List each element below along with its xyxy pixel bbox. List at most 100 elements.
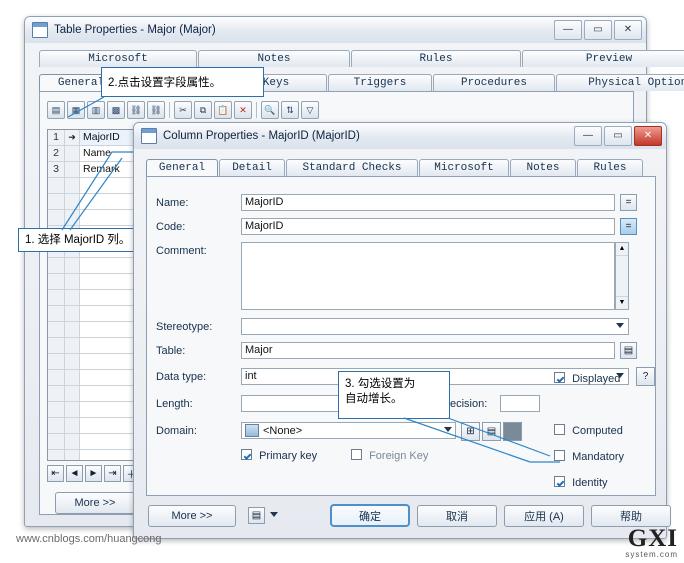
foreign-key-checkbox-box[interactable] bbox=[351, 449, 362, 460]
identity-checkbox[interactable]: Identity bbox=[554, 476, 608, 489]
code-field[interactable]: MajorID bbox=[241, 218, 615, 235]
cut-icon[interactable]: ✂ bbox=[174, 101, 192, 119]
row-number bbox=[48, 354, 65, 369]
ok-button[interactable]: 确定 bbox=[330, 504, 410, 527]
row-number bbox=[48, 370, 65, 385]
row-number bbox=[48, 402, 65, 417]
row-name bbox=[80, 274, 83, 289]
tab-general[interactable]: General bbox=[146, 159, 218, 176]
tab-procedures[interactable]: Procedures bbox=[433, 74, 555, 91]
comment-field[interactable] bbox=[241, 242, 615, 310]
tab-triggers[interactable]: Triggers bbox=[328, 74, 432, 91]
table-browse-button[interactable]: ▤ bbox=[620, 342, 637, 359]
tab-rules[interactable]: Rules bbox=[351, 50, 521, 67]
tab-physical-options[interactable]: Physical Options bbox=[556, 74, 684, 91]
mandatory-checkbox[interactable]: Mandatory bbox=[554, 450, 624, 463]
table-field[interactable]: Major bbox=[241, 342, 615, 359]
prev-icon[interactable]: ◄ bbox=[66, 465, 83, 482]
sort-icon[interactable]: ⇅ bbox=[281, 101, 299, 119]
column-window-body: General Detail Standard Checks Microsoft… bbox=[134, 149, 671, 538]
first-icon[interactable]: ⇤ bbox=[47, 465, 64, 482]
length-field[interactable] bbox=[241, 395, 351, 412]
column-properties-window[interactable]: Column Properties - MajorID (MajorID) — … bbox=[133, 122, 671, 539]
next-icon[interactable]: ► bbox=[85, 465, 102, 482]
row-number bbox=[48, 258, 65, 273]
scroll-down-icon[interactable]: ▼ bbox=[616, 296, 628, 309]
table-more-button[interactable]: More >> bbox=[55, 492, 135, 514]
comment-label: Comment: bbox=[156, 245, 207, 257]
scroll-up-icon[interactable]: ▲ bbox=[616, 243, 628, 256]
table-label: Table: bbox=[156, 345, 186, 357]
column-window-titlebar[interactable]: Column Properties - MajorID (MajorID) — … bbox=[134, 123, 666, 149]
row-marker bbox=[65, 370, 80, 385]
tab-preview[interactable]: Preview bbox=[522, 50, 684, 67]
mandatory-label: Mandatory bbox=[572, 451, 625, 463]
row-marker bbox=[65, 274, 80, 289]
row-number bbox=[48, 434, 65, 449]
datatype-help-button[interactable]: ? bbox=[636, 367, 655, 386]
filter-icon[interactable]: ▽ bbox=[301, 101, 319, 119]
minimize-button[interactable]: — bbox=[574, 126, 602, 146]
maximize-button[interactable]: ▭ bbox=[604, 126, 632, 146]
copy-icon[interactable]: ⧉ bbox=[194, 101, 212, 119]
stereotype-field[interactable] bbox=[241, 318, 629, 335]
callout-3: 3. 勾选设置为 自动增长。 bbox=[338, 371, 450, 419]
site-logo: GXI system.com bbox=[625, 526, 678, 559]
row-marker bbox=[65, 450, 80, 460]
close-button[interactable]: ✕ bbox=[634, 126, 662, 146]
row-marker bbox=[65, 306, 80, 321]
row-name bbox=[80, 258, 83, 273]
row-marker bbox=[65, 434, 80, 449]
tab-microsoft[interactable]: Microsoft bbox=[419, 159, 509, 176]
table-window-buttons: — ▭ ✕ bbox=[554, 20, 642, 40]
maximize-button[interactable]: ▭ bbox=[584, 20, 612, 40]
chain-icon[interactable]: ⛓ bbox=[147, 101, 165, 119]
precision-field[interactable] bbox=[500, 395, 540, 412]
row-marker bbox=[65, 258, 80, 273]
last-icon[interactable]: ⇥ bbox=[104, 465, 121, 482]
tab-rules[interactable]: Rules bbox=[577, 159, 643, 176]
name-equals-button[interactable]: = bbox=[620, 194, 637, 211]
computed-checkbox[interactable]: Computed bbox=[554, 424, 623, 437]
callout-2-leader bbox=[67, 96, 105, 118]
tab-microsoft[interactable]: Microsoft bbox=[39, 50, 197, 67]
callout-2-text: 2.点击设置字段属性。 bbox=[108, 77, 222, 89]
identity-checkbox-box[interactable] bbox=[554, 476, 565, 487]
name-field[interactable]: MajorID bbox=[241, 194, 615, 211]
apply-button[interactable]: 应用 (A) bbox=[504, 505, 584, 527]
row-name bbox=[80, 402, 83, 417]
row-marker bbox=[65, 338, 80, 353]
callout-2: 2.点击设置字段属性。 bbox=[101, 67, 264, 97]
paste-icon[interactable]: 📋 bbox=[214, 101, 232, 119]
callout-3-line-2: 自动增长。 bbox=[345, 393, 403, 405]
stereotype-label: Stereotype: bbox=[156, 321, 213, 333]
computed-label: Computed bbox=[572, 425, 623, 437]
toolbar-separator-1 bbox=[169, 102, 170, 118]
close-button[interactable]: ✕ bbox=[614, 20, 642, 40]
column-more-button[interactable]: More >> bbox=[148, 505, 236, 527]
delete-icon[interactable]: ✕ bbox=[234, 101, 252, 119]
domain-label: Domain: bbox=[156, 425, 197, 437]
column-tabs: General Detail Standard Checks Microsoft… bbox=[146, 157, 644, 176]
tab-notes[interactable]: Notes bbox=[198, 50, 350, 67]
primary-key-checkbox[interactable]: Primary key bbox=[241, 449, 317, 462]
callout-3-leader bbox=[403, 417, 560, 463]
stereotype-dropdown-icon[interactable] bbox=[616, 323, 624, 328]
row-marker bbox=[65, 402, 80, 417]
tab-detail[interactable]: Detail bbox=[219, 159, 285, 176]
code-equals-button[interactable]: = bbox=[620, 218, 637, 235]
minimize-button[interactable]: — bbox=[554, 20, 582, 40]
table-window-titlebar[interactable]: Table Properties - Major (Major) — ▭ ✕ bbox=[25, 17, 646, 43]
cancel-button[interactable]: 取消 bbox=[417, 505, 497, 527]
displayed-checkbox-box[interactable] bbox=[554, 372, 565, 383]
help-button[interactable]: 帮助 bbox=[591, 505, 671, 527]
find-icon[interactable]: 🔍 bbox=[261, 101, 279, 119]
column-footer-print-icon[interactable]: ▤ bbox=[248, 507, 265, 524]
tab-standard-checks[interactable]: Standard Checks bbox=[286, 159, 418, 176]
column-footer-dropdown-icon[interactable] bbox=[270, 512, 278, 517]
tab-notes[interactable]: Notes bbox=[510, 159, 576, 176]
comment-scrollbar[interactable]: ▲ ▼ bbox=[615, 242, 629, 310]
primary-key-checkbox-box[interactable] bbox=[241, 449, 252, 460]
displayed-checkbox[interactable]: Displayed bbox=[554, 372, 620, 385]
code-label: Code: bbox=[156, 221, 186, 233]
